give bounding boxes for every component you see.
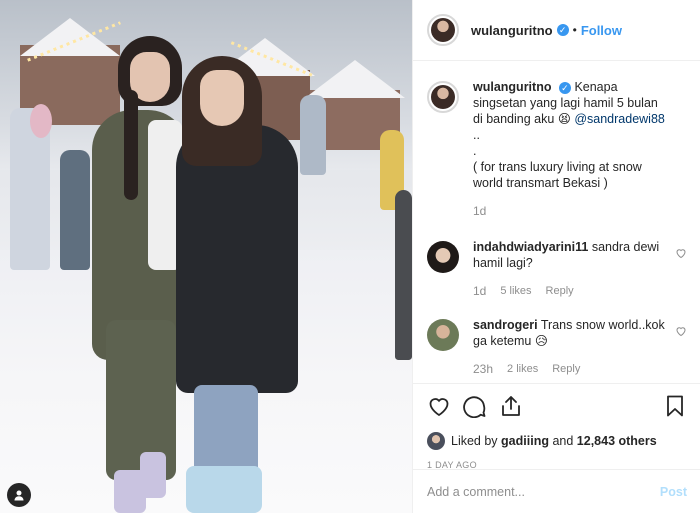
likes-count[interactable]: 12,843 others <box>577 434 657 448</box>
woman-right-face <box>200 70 244 126</box>
background-roof <box>20 18 120 56</box>
caption-dot: . <box>473 144 477 158</box>
reply-button[interactable]: Reply <box>546 283 574 299</box>
follow-button[interactable]: Follow <box>581 23 622 38</box>
verified-badge-icon: ✓ <box>556 24 569 36</box>
heart-icon[interactable] <box>675 247 687 262</box>
post-button[interactable]: Post <box>660 485 687 499</box>
post-side-panel: wulanguritno ✓ • Follow wulanguritno ✓ K… <box>412 0 700 513</box>
caption-timestamp[interactable]: 1d <box>473 203 486 219</box>
caption: wulanguritno ✓ Kenapa singsetan yang lag… <box>427 79 687 219</box>
post-header: wulanguritno ✓ • Follow <box>413 0 700 61</box>
comment-icon[interactable] <box>463 394 487 418</box>
avatar[interactable] <box>427 14 459 46</box>
avatar[interactable] <box>427 319 459 351</box>
background-person <box>30 104 52 138</box>
liked-by-prefix: Liked by <box>451 434 498 448</box>
avatar[interactable] <box>427 432 445 450</box>
background-person <box>395 190 412 360</box>
liked-by-user[interactable]: gadiiing <box>501 434 549 448</box>
woman-left-boot <box>140 452 166 498</box>
comment-username[interactable]: indahdwiadyarini11 <box>473 240 588 254</box>
heart-icon[interactable] <box>675 325 687 340</box>
heart-icon[interactable] <box>427 394 451 418</box>
add-comment-bar: Post <box>413 469 700 513</box>
caption-note: ( for trans luxury living at snow world … <box>473 160 642 190</box>
comment-likes[interactable]: 2 likes <box>507 361 538 377</box>
background-person <box>60 150 90 270</box>
share-icon[interactable] <box>499 394 523 418</box>
sad-face-emoji: 😥 <box>534 334 548 348</box>
caption-username[interactable]: wulanguritno <box>473 80 551 94</box>
comment-likes[interactable]: 5 likes <box>500 283 531 299</box>
tired-face-emoji: 😫 <box>557 112 571 126</box>
woman-right-boots <box>186 466 262 513</box>
comment-input[interactable] <box>427 484 660 499</box>
post-photo[interactable] <box>0 0 412 513</box>
likes-summary: Liked by gadiiing and 12,843 others <box>427 432 687 450</box>
bookmark-icon[interactable] <box>663 394 687 418</box>
comment-username[interactable]: sandrogeri <box>473 318 538 332</box>
caption-tail: .. <box>473 128 480 142</box>
user-tag-icon[interactable] <box>7 483 31 507</box>
avatar[interactable] <box>427 81 459 113</box>
comment-timestamp[interactable]: 23h <box>473 361 493 377</box>
avatar[interactable] <box>427 241 459 273</box>
separator-dot: • <box>572 23 577 37</box>
woman-left-braid <box>124 90 138 200</box>
background-roof <box>305 60 405 98</box>
comment-item: indahdwiadyarini11 sandra dewi hamil lag… <box>427 239 687 299</box>
comments-section[interactable]: wulanguritno ✓ Kenapa singsetan yang lag… <box>413 61 700 383</box>
post-actions: Liked by gadiiing and 12,843 others 1 DA… <box>413 383 700 470</box>
reply-button[interactable]: Reply <box>552 361 580 377</box>
mention-link[interactable]: @sandradewi88 <box>574 112 665 126</box>
verified-badge-icon: ✓ <box>558 81 571 94</box>
liked-by-and: and <box>552 434 574 448</box>
header-username[interactable]: wulanguritno <box>471 23 553 38</box>
comment-timestamp[interactable]: 1d <box>473 283 486 299</box>
comment-item: sandrogeri Trans snow world..kok ga kete… <box>427 317 687 377</box>
background-person <box>300 95 326 175</box>
